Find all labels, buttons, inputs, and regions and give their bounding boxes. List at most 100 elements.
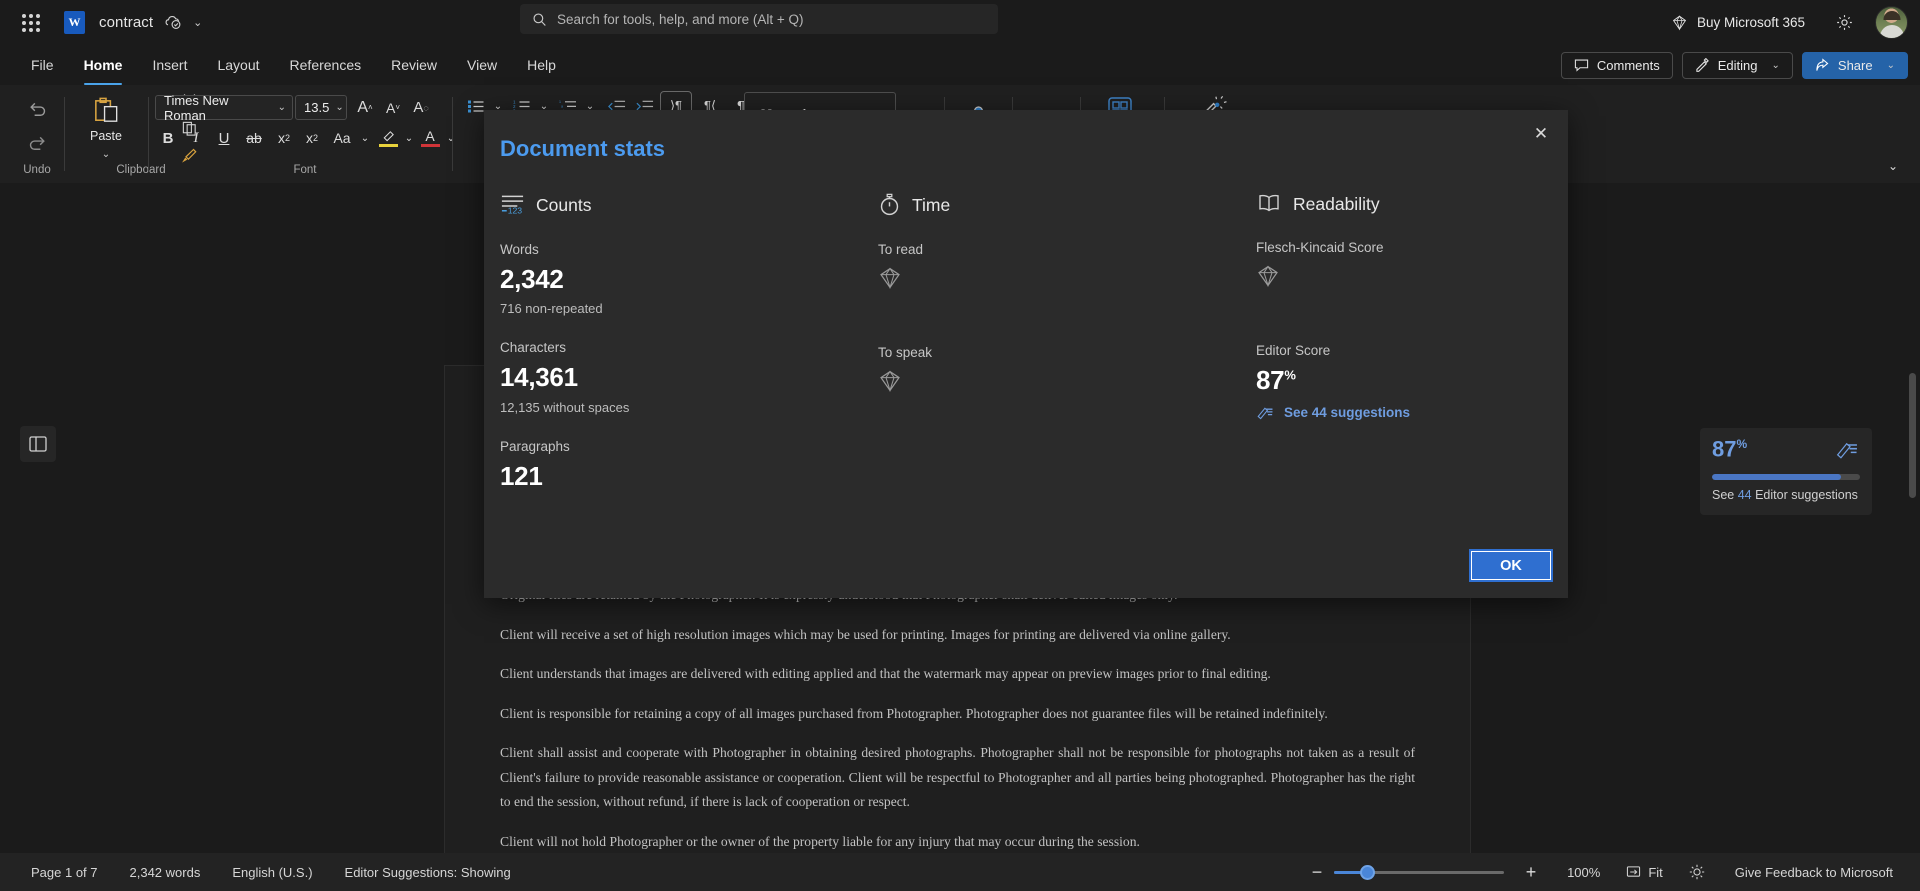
stat-label: Paragraphs (500, 439, 690, 454)
settings-button[interactable] (1827, 6, 1861, 40)
tab-home[interactable]: Home (71, 51, 136, 79)
italic-button[interactable]: I (183, 125, 209, 151)
bold-button[interactable]: B (155, 125, 181, 151)
share-label: Share (1838, 58, 1873, 73)
change-case-chevron-down-icon[interactable]: ⌄ (357, 127, 373, 149)
share-button[interactable]: Share ⌄ (1802, 52, 1908, 79)
premium-diamond-icon (1256, 264, 1486, 293)
stat-sub: 716 non-repeated (500, 301, 690, 316)
readability-header: Readability (1256, 193, 1486, 215)
collapse-ribbon-button[interactable]: ⌄ (1880, 155, 1906, 177)
bullet-list-icon (467, 99, 485, 114)
text-highlight-button[interactable] (375, 125, 401, 151)
strikethrough-button[interactable]: ab (239, 125, 269, 151)
left-rail (0, 366, 445, 891)
tab-review[interactable]: Review (378, 51, 450, 79)
editor-score-value: 87% (1712, 438, 1747, 460)
zoom-out-button[interactable]: − (1300, 855, 1334, 889)
clear-formatting-button[interactable]: A◌ (408, 95, 434, 120)
buy-microsoft-365-button[interactable]: Buy Microsoft 365 (1663, 9, 1813, 36)
grow-font-button[interactable]: A˄ (352, 95, 378, 120)
status-page[interactable]: Page 1 of 7 (26, 862, 103, 883)
status-word-count[interactable]: 2,342 words (125, 862, 206, 883)
stat-label: Flesch-Kincaid Score (1256, 240, 1486, 255)
editing-mode-button[interactable]: Editing ⌄ (1682, 52, 1793, 79)
font-size-chevron-down-icon: ⌄ (335, 102, 343, 113)
paste-chevron-down-icon[interactable]: ⌄ (94, 147, 118, 161)
close-icon[interactable]: ✕ (1526, 120, 1556, 148)
status-language[interactable]: English (U.S.) (227, 862, 317, 883)
font-name-dropdown[interactable]: Times New Roman ⌄ (155, 95, 293, 120)
user-avatar[interactable] (1875, 6, 1908, 39)
stat-value: 2,342 (500, 266, 690, 293)
highlighter-icon (380, 129, 397, 143)
focus-mode-button[interactable] (1680, 855, 1714, 889)
document-paragraph: Client is responsible for retaining a co… (500, 702, 1415, 727)
stat-editor-score: Editor Score 87% See 44 suggestions (1256, 343, 1486, 421)
tab-help[interactable]: Help (514, 51, 569, 79)
tab-view[interactable]: View (454, 51, 510, 79)
stat-label: Characters (500, 340, 690, 355)
underline-button[interactable]: U (211, 125, 237, 151)
tab-layout[interactable]: Layout (204, 51, 272, 79)
ribbon-divider-3 (452, 97, 453, 171)
dialog-footer: OK (1471, 551, 1551, 580)
svg-text:a: a (561, 104, 563, 108)
ribbon-divider-2 (148, 97, 149, 171)
document-paragraph: Client will receive a set of high resolu… (500, 623, 1415, 648)
font-group-label: Font (150, 164, 460, 176)
change-case-button[interactable]: Aa (327, 125, 357, 151)
paste-button[interactable]: Paste (76, 89, 136, 149)
app-launcher-button[interactable] (14, 6, 48, 40)
undo-button[interactable] (19, 93, 55, 123)
brightness-icon (1688, 863, 1706, 881)
stat-value: 87% (1256, 367, 1486, 394)
paste-label: Paste (90, 129, 122, 143)
navigation-pane-button[interactable] (20, 426, 56, 462)
zoom-in-button[interactable]: + (1514, 855, 1548, 889)
title-dropdown-chevron[interactable]: ⌄ (193, 16, 202, 29)
zoom-level-label[interactable]: 100% (1562, 862, 1605, 883)
share-icon (1815, 58, 1830, 73)
pencil-icon (1695, 58, 1710, 73)
subscript-button[interactable]: x2 (271, 125, 297, 151)
shrink-font-button[interactable]: A˅ (380, 95, 406, 120)
highlight-chevron-down-icon[interactable]: ⌄ (401, 127, 417, 149)
see-suggestions-label: See 44 suggestions (1284, 405, 1410, 420)
ok-button[interactable]: OK (1471, 551, 1551, 580)
stat-words: Words 2,342 716 non-repeated (500, 242, 690, 316)
paste-icon (91, 96, 122, 127)
tab-insert[interactable]: Insert (139, 51, 200, 79)
give-feedback-button[interactable]: Give Feedback to Microsoft (1730, 862, 1898, 883)
editor-pen-icon (1256, 404, 1275, 421)
stat-label: Words (500, 242, 690, 257)
autosave-cloud-icon[interactable] (163, 13, 183, 33)
zoom-slider[interactable] (1334, 853, 1514, 891)
vertical-scrollbar[interactable] (1909, 373, 1916, 498)
see-suggestions-link[interactable]: See 44 suggestions (1256, 404, 1486, 421)
document-stats-dialog: ✕ Document stats 123 Counts Words 2,342 … (484, 110, 1568, 598)
book-icon (1256, 193, 1282, 215)
readability-heading: Readability (1293, 194, 1380, 215)
tab-file[interactable]: File (18, 51, 67, 79)
editor-suggestions-link[interactable]: See 44 Editor suggestions (1712, 488, 1860, 502)
stat-value: 14,361 (500, 364, 690, 391)
status-editor-suggestions[interactable]: Editor Suggestions: Showing (340, 862, 516, 883)
ribbon-group-undo: Undo (10, 85, 64, 183)
stat-flesch-kincaid: Flesch-Kincaid Score (1256, 240, 1486, 293)
stat-label: Editor Score (1256, 343, 1486, 358)
undo-group-label: Undo (10, 164, 64, 176)
tab-references[interactable]: References (277, 51, 375, 79)
comments-button[interactable]: Comments (1561, 52, 1673, 79)
editor-score-card[interactable]: 87% See 44 Editor suggestions (1700, 428, 1872, 515)
font-size-value: 13.5 (304, 100, 329, 115)
undo-icon (27, 98, 48, 119)
font-color-button[interactable]: A (417, 125, 443, 151)
superscript-button[interactable]: x2 (299, 125, 325, 151)
search-box[interactable]: Search for tools, help, and more (Alt + … (520, 4, 998, 34)
redo-button[interactable] (19, 127, 55, 157)
font-size-dropdown[interactable]: 13.5 ⌄ (295, 95, 347, 120)
stat-sub: 12,135 without spaces (500, 400, 690, 415)
zoom-slider-handle[interactable] (1360, 865, 1375, 880)
fit-button[interactable]: Fit (1621, 862, 1667, 883)
